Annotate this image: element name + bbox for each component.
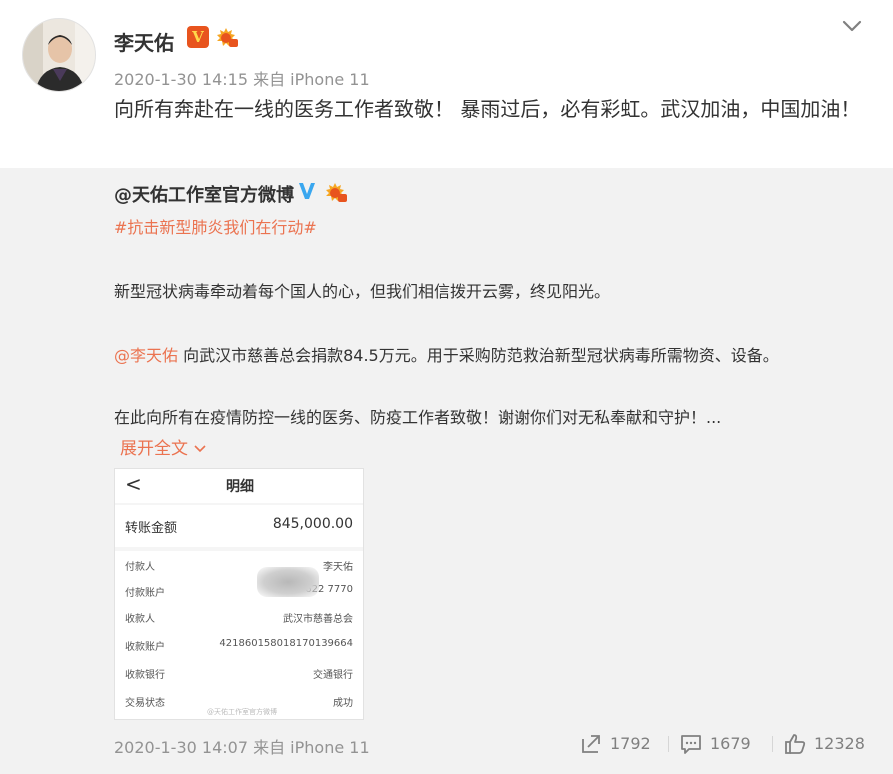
row-label: 收款账户: [125, 642, 165, 653]
mention-link[interactable]: @李天佑: [114, 346, 178, 365]
receipt-amount-row: 转账金额 845,000.00: [115, 505, 363, 547]
receipt-row: 付款账户 622 7770: [115, 581, 363, 603]
expand-full-text-link[interactable]: 展开全文: [120, 434, 206, 459]
like-icon: [785, 734, 806, 754]
repost-author-name[interactable]: @天佑工作室官方微博: [114, 181, 294, 207]
row-value: 交通银行: [313, 670, 353, 681]
row-value: 成功: [333, 698, 353, 709]
row-label: 付款人: [125, 562, 155, 573]
repost-icon: [582, 735, 600, 753]
repost-paragraph-2-text: 向武汉市慈善总会捐款84.5万元。用于采购防范救治新型冠状病毒所需物资、设备。: [178, 346, 779, 365]
repost-paragraph-2: @李天佑 向武汉市慈善总会捐款84.5万元。用于采购防范救治新型冠状病毒所需物资…: [114, 342, 779, 366]
verified-blue-icon: [299, 183, 315, 199]
row-label: 付款账户: [125, 588, 165, 599]
repost-button[interactable]: 1792: [580, 732, 670, 756]
avatar-image: [23, 19, 95, 91]
avatar[interactable]: [22, 18, 96, 92]
row-value: 421860158018170139664: [219, 638, 353, 649]
hashtag-link[interactable]: #抗击新型肺炎我们在行动#: [114, 214, 317, 238]
receipt-row: 收款银行 交通银行: [115, 663, 363, 685]
redaction-blur: [257, 567, 319, 597]
amount-value: 845,000.00: [272, 516, 353, 532]
repost-paragraph-1: 新型冠状病毒牵动着每个国人的心，但我们相信拨开云雾，终见阳光。: [114, 282, 611, 301]
amount-label: 转账金额: [125, 521, 178, 536]
comment-button[interactable]: 1679: [680, 732, 760, 756]
post-text: 向所有奔赴在一线的医务工作者致敬！ 暴雨过后，必有彩虹。武汉加油，中国加油！: [114, 97, 861, 121]
receipt-row: 收款账户 421860158018170139664: [115, 635, 363, 657]
row-label: 交易状态: [125, 698, 165, 709]
repost-meta[interactable]: 2020-1-30 14:07 来自 iPhone 11: [114, 734, 370, 758]
repost-count: 1792: [610, 734, 651, 753]
row-label: 收款人: [125, 614, 155, 625]
receipt-thumbnail[interactable]: < 明细 转账金额 845,000.00 付款人 李天佑 付款账户 622 77…: [114, 468, 364, 720]
verified-orange-icon: V: [187, 26, 209, 48]
row-value: 武汉市慈善总会: [283, 614, 353, 625]
action-divider: [772, 736, 773, 752]
receipt-title: 明细: [226, 479, 254, 495]
watermark: @天佑工作室官方微博: [207, 708, 277, 716]
fan-badge-icon: [326, 183, 347, 202]
receipt-header: < 明细: [115, 469, 363, 503]
receipt-details: 付款人 李天佑 付款账户 622 7770 收款人 武汉市慈善总会 收款账户 4…: [115, 551, 363, 719]
repost-paragraph-3: 在此向所有在疫情防控一线的医务、防疫工作者致敬！谢谢你们对无私奉献和守护！...: [114, 408, 722, 427]
like-button[interactable]: 12328: [784, 732, 874, 756]
action-divider: [668, 736, 669, 752]
chevron-down-icon: [194, 445, 206, 453]
fan-badge-icon: [217, 28, 238, 47]
comment-count: 1679: [710, 734, 751, 753]
comment-icon: [681, 735, 701, 754]
row-label: 收款银行: [125, 670, 165, 681]
weibo-card: 李天佑 V 2020-1-30 14:15 来自 iPhone 11 向所有奔赴…: [0, 0, 893, 774]
post-author-name[interactable]: 李天佑: [114, 27, 174, 56]
receipt-row: 付款人 李天佑: [115, 555, 363, 577]
expand-label: 展开全文: [120, 439, 188, 459]
receipt-row: 收款人 武汉市慈善总会: [115, 607, 363, 629]
post-meta[interactable]: 2020-1-30 14:15 来自 iPhone 11: [114, 66, 370, 90]
chevron-down-icon[interactable]: [840, 16, 864, 36]
row-value: 李天佑: [323, 562, 353, 573]
like-count: 12328: [814, 734, 865, 753]
